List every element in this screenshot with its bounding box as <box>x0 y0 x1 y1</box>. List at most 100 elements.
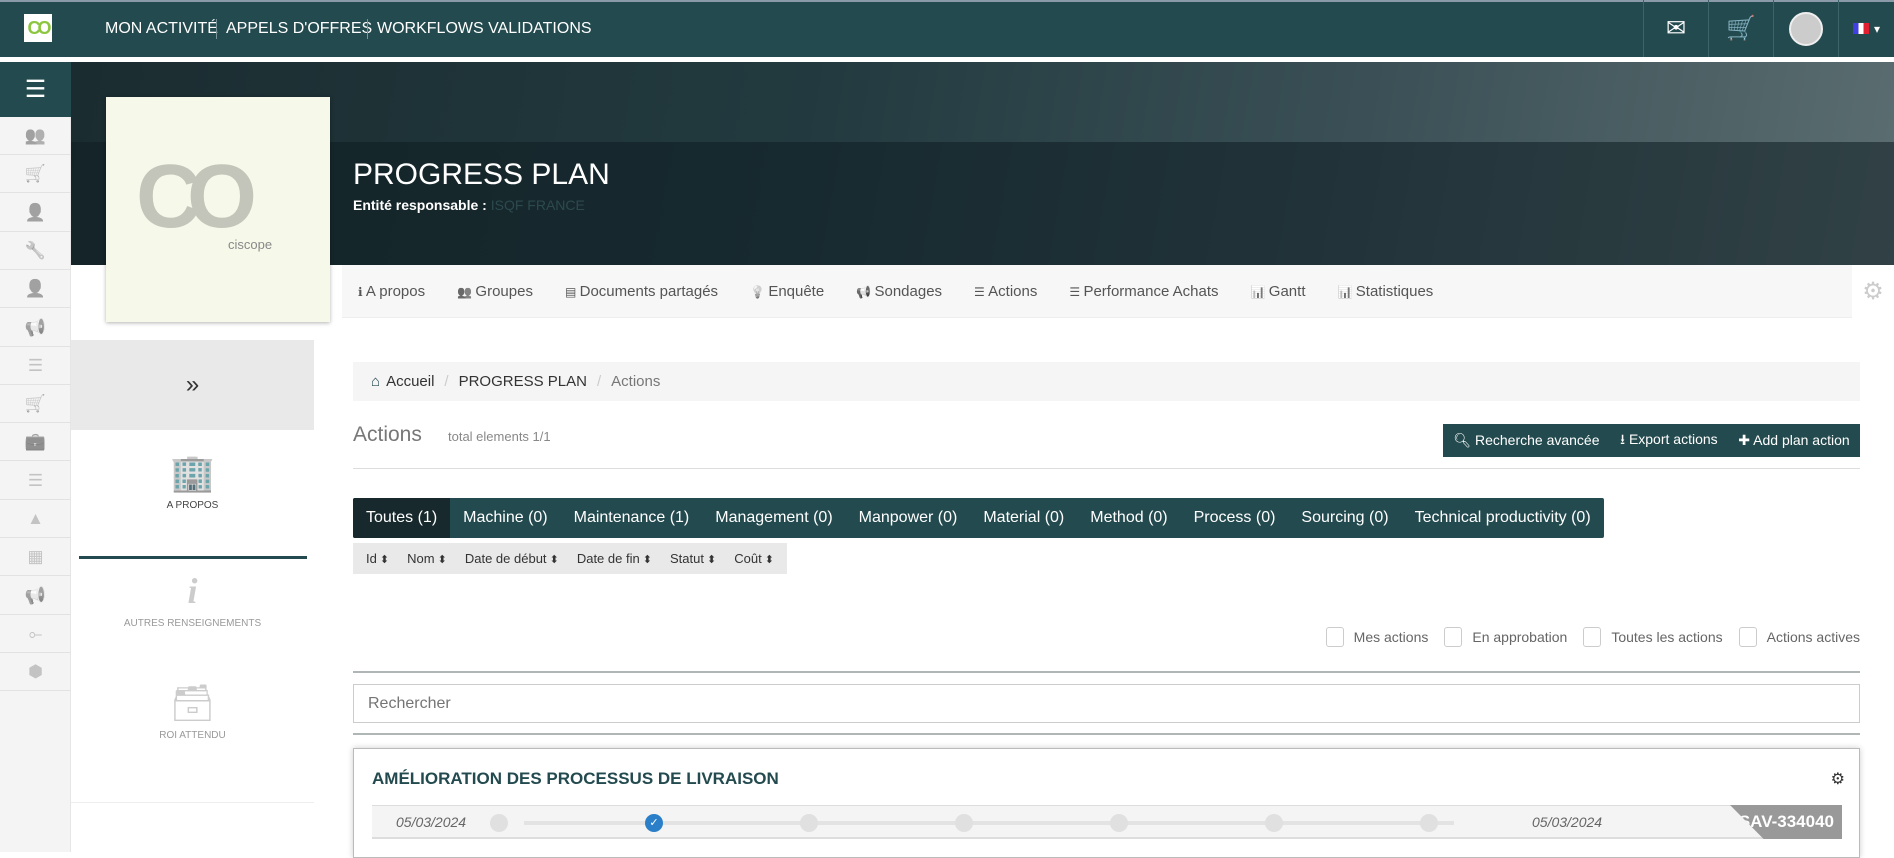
breadcrumb: ⌂ Accueil / PROGRESS PLAN / Actions <box>353 362 1860 401</box>
gear-icon[interactable]: ⚙ <box>1831 769 1845 789</box>
sort-column-1[interactable]: Nom ⬍ <box>398 551 456 566</box>
sidebar-item-13[interactable]: ⟜ <box>0 615 71 653</box>
category-tab-2[interactable]: Maintenance (1) <box>561 498 703 538</box>
action-code-badge: SAV-334040 <box>1730 805 1842 839</box>
breadcrumb-accueil[interactable]: Accueil <box>386 373 434 390</box>
add-plan-action-button[interactable]: ✚ Add plan action <box>1738 432 1849 449</box>
tab-8[interactable]: 📊 Statistiques <box>1337 283 1433 300</box>
action-card[interactable]: AMÉLIORATION DES PROCESSUS DE LIVRAISON … <box>353 748 1860 858</box>
checkbox[interactable] <box>1325 627 1344 647</box>
tab-icon: 📢 <box>856 284 875 299</box>
collapse-panel-button[interactable]: » <box>71 340 314 430</box>
filter-3[interactable]: Actions actives <box>1738 627 1860 647</box>
envelope-icon[interactable]: ✉ <box>1643 0 1708 57</box>
action-buttons: 🔍︎ Recherche avancée ⭳ Export actions ✚ … <box>1443 424 1860 457</box>
cart-plus-icon: 🛒 <box>24 164 47 184</box>
panel-item-a-propos[interactable]: 🏢 A PROPOS <box>71 452 314 511</box>
timeline-step: ✓ <box>645 814 663 832</box>
menu-toggle-icon[interactable]: ☰ <box>0 62 71 117</box>
sidebar-item-7[interactable]: 🛒 <box>0 385 71 424</box>
category-tab-3[interactable]: Management (0) <box>702 498 845 538</box>
timeline-step <box>800 814 818 832</box>
sort-column-0[interactable]: Id ⬍ <box>357 551 398 566</box>
advanced-search-button[interactable]: 🔍︎ Recherche avancée <box>1453 432 1599 449</box>
sort-column-5[interactable]: Coût ⬍ <box>725 551 783 566</box>
sidebar-item-12[interactable]: 📢 <box>0 577 71 615</box>
tab-label: Gantt <box>1268 282 1306 300</box>
cubes-icon: ⬢ <box>28 662 43 682</box>
sidebar-item-5[interactable]: 📢 <box>0 309 71 347</box>
column-label: Nom <box>407 551 435 566</box>
category-tab-6[interactable]: Method (0) <box>1077 498 1180 538</box>
tab-2[interactable]: ▤ Documents partagés <box>565 283 718 300</box>
button-label: Export actions <box>1628 430 1718 447</box>
export-actions-button[interactable]: ⭳ Export actions <box>1620 429 1718 453</box>
entity-responsable: Entité responsable : ISQF FRANCE <box>353 197 585 213</box>
avatar[interactable] <box>1773 0 1838 57</box>
sidebar-item-11[interactable]: ▦ <box>0 538 71 577</box>
category-tab-4[interactable]: Manpower (0) <box>846 498 971 538</box>
section-title: Actions <box>353 423 422 446</box>
entity-value[interactable]: ISQF FRANCE <box>491 197 585 213</box>
tab-5[interactable]: ☰ Actions <box>974 283 1037 300</box>
sort-column-3[interactable]: Date de fin ⬍ <box>568 551 661 566</box>
bullhorn-icon: 📢 <box>24 585 47 605</box>
nav-mon-activite[interactable]: MON ACTIVITÉ <box>105 0 218 57</box>
sort-column-2[interactable]: Date de début ⬍ <box>456 551 568 566</box>
cart-icon[interactable]: 🛒 <box>1708 0 1773 57</box>
user-icon: 👤 <box>24 279 47 299</box>
sidebar-item-4[interactable]: 👤 <box>0 270 71 309</box>
category-tab-5[interactable]: Material (0) <box>970 498 1077 538</box>
category-tab-7[interactable]: Process (0) <box>1181 498 1289 538</box>
sidebar-item-2[interactable]: 👤 <box>0 194 71 232</box>
wrench-icon: 🔧 <box>24 240 47 260</box>
sort-icon: ⬍ <box>376 554 390 566</box>
category-tab-0[interactable]: Toutes (1) <box>353 498 451 538</box>
panel-item-roi-attendu[interactable]: 🗃 ROI ATTENDU <box>71 682 314 741</box>
category-tab-8[interactable]: Sourcing (0) <box>1288 498 1401 538</box>
tab-icon: 📊 <box>1250 284 1269 299</box>
category-tab-9[interactable]: Technical productivity (0) <box>1402 498 1604 538</box>
checkbox[interactable] <box>1738 627 1757 647</box>
divider <box>71 802 314 803</box>
tab-6[interactable]: ☰ Performance Achats <box>1069 283 1218 300</box>
tab-4[interactable]: 📢 Sondages <box>856 283 942 300</box>
nav-appels-offres[interactable]: APPELS D'OFFRES <box>226 0 372 57</box>
tab-0[interactable]: ℹ A propos <box>358 283 425 300</box>
tab-3[interactable]: 💡 Enquête <box>750 283 824 300</box>
sort-column-4[interactable]: Statut ⬍ <box>661 551 725 566</box>
nav-workflows[interactable]: WORKFLOWS VALIDATIONS <box>377 0 592 57</box>
tab-icon: ☰ <box>1069 284 1084 299</box>
tab-7[interactable]: 📊 Gantt <box>1251 283 1306 300</box>
filter-0[interactable]: Mes actions <box>1325 627 1428 647</box>
sidebar-item-1[interactable]: 🛒 <box>0 155 71 194</box>
sidebar-item-10[interactable]: ▲ <box>0 500 71 538</box>
flag-fr-icon <box>1852 23 1869 34</box>
sidebar-item-9[interactable]: ☰ <box>0 462 71 500</box>
language-dropdown[interactable]: ▾ <box>1838 0 1894 57</box>
filter-1[interactable]: En approbation <box>1444 627 1567 647</box>
list-icon: ☰ <box>27 470 44 490</box>
app-logo[interactable]: CO <box>24 14 52 42</box>
sidebar-item-6[interactable]: ☰ <box>0 347 71 385</box>
sidebar-item-3[interactable]: 🔧 <box>0 232 71 270</box>
nav-divider <box>216 19 217 39</box>
breadcrumb-progress-plan[interactable]: PROGRESS PLAN <box>459 373 587 390</box>
action-title[interactable]: AMÉLIORATION DES PROCESSUS DE LIVRAISON <box>372 769 779 789</box>
tab-label: Documents partagés <box>579 282 719 300</box>
filter-2[interactable]: Toutes les actions <box>1583 627 1723 647</box>
category-tab-1[interactable]: Machine (0) <box>450 498 560 538</box>
search-input[interactable] <box>353 684 1860 723</box>
panel-item-autres-renseignements[interactable]: i AUTRES RENSEIGNEMENTS <box>71 570 314 629</box>
sidebar-item-14[interactable]: ⬢ <box>0 653 71 692</box>
checkbox[interactable] <box>1583 627 1602 647</box>
sidebar-item-8[interactable]: 💼 <box>0 423 71 462</box>
checkbox-label: Actions actives <box>1766 629 1860 645</box>
sidebar-item-0[interactable]: 👥 <box>0 117 71 155</box>
timeline-step <box>955 814 973 832</box>
tab-1[interactable]: 👥 Groupes <box>457 283 533 300</box>
checkbox[interactable] <box>1444 627 1463 647</box>
nodes-icon: ⟜ <box>28 623 43 643</box>
divider <box>353 733 1860 735</box>
gear-icon[interactable]: ⚙ <box>1852 265 1894 318</box>
